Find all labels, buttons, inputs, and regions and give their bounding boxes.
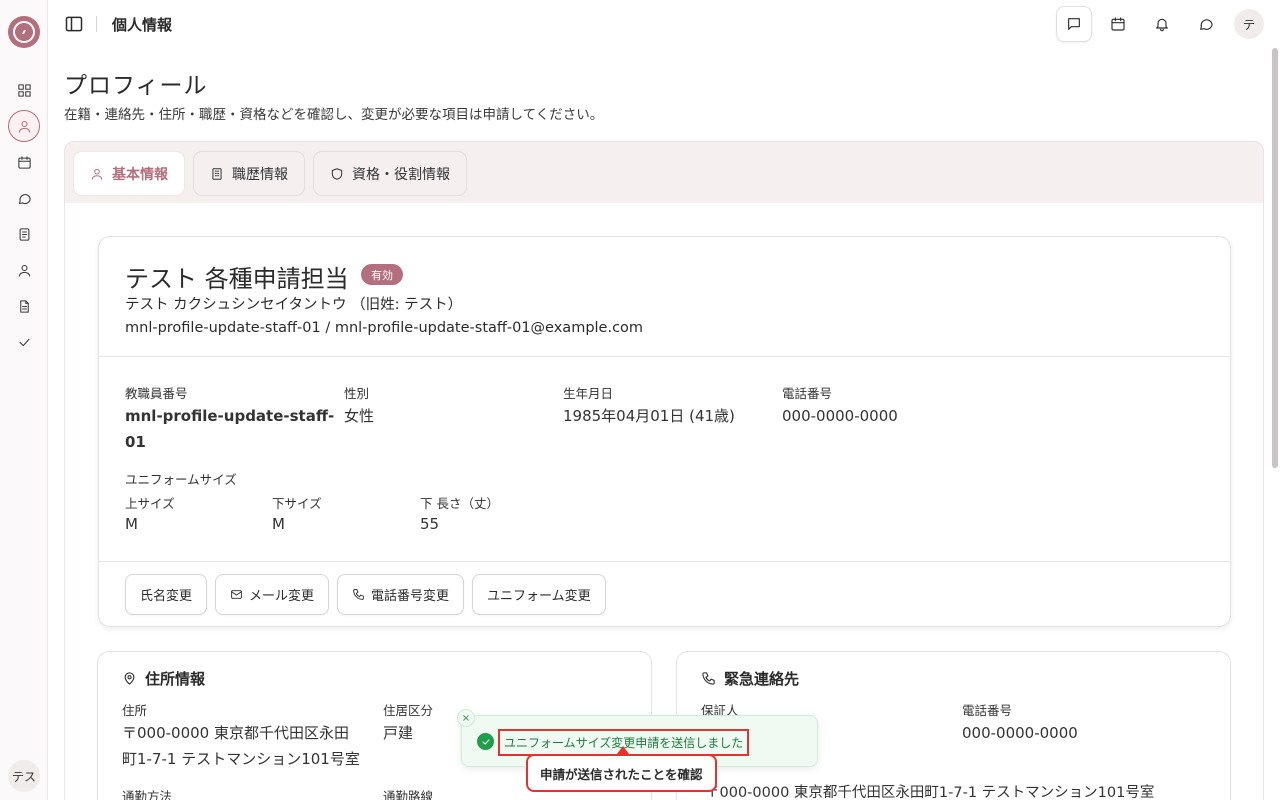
divider xyxy=(99,356,1230,357)
tab-career-info[interactable]: 職歴情報 xyxy=(193,151,305,196)
topbar-actions: テ xyxy=(1056,6,1264,42)
birth-value: 1985年04月01日 (41歳) xyxy=(563,407,735,425)
check-circle-icon xyxy=(477,733,494,750)
staff-no-line1: mnl-profile-update-staff- xyxy=(125,407,335,425)
bell-icon[interactable] xyxy=(1144,6,1180,42)
button-label: 氏名変更 xyxy=(140,589,193,604)
button-label: メール変更 xyxy=(249,589,315,604)
address-value: 〒000-0000 東京都千代田区永田 町1-7-1 テストマンション101号室 xyxy=(122,720,360,772)
divider xyxy=(99,561,1230,562)
mail-icon xyxy=(231,590,242,599)
phone-label: 電話番号 xyxy=(782,386,833,401)
building-icon xyxy=(212,167,222,180)
tab-label: 職歴情報 xyxy=(232,166,288,183)
user-icon[interactable] xyxy=(8,254,40,286)
chat-icon[interactable] xyxy=(8,182,40,214)
scrollbar[interactable] xyxy=(1272,48,1278,468)
bottom-size-label: 下サイズ xyxy=(272,496,322,511)
shield-icon xyxy=(331,167,343,180)
user-icon xyxy=(91,168,103,180)
annotation-callout: 申請が送信されたことを確認 xyxy=(526,754,717,792)
map-pin-icon xyxy=(124,672,135,685)
dashboard-icon[interactable] xyxy=(8,74,40,106)
profile-ids: mnl-profile-update-staff-01 / mnl-profil… xyxy=(125,320,644,336)
tab-qualification-info[interactable]: 資格・役割情報 xyxy=(313,151,467,196)
profile-actions: 氏名変更 メール変更 電話番号変更 ユニフォーム変更 xyxy=(125,574,606,615)
profile-icon[interactable] xyxy=(8,110,40,142)
address-title-text: 住所情報 xyxy=(145,670,206,688)
address-label: 住所 xyxy=(122,703,148,718)
emergency-phone-label: 電話番号 xyxy=(962,703,1013,718)
address-title: 住所情報 xyxy=(122,668,205,689)
callout-pointer xyxy=(617,746,629,754)
profile-card: テスト 各種申請担当 有効 テスト カクシュシンセイタントウ （旧姓: テスト）… xyxy=(98,236,1231,627)
tab-bar: 基本情報 職歴情報 資格・役割情報 xyxy=(64,141,1264,204)
page-subtitle: 在籍・連絡先・住所・職歴・資格などを確認し、変更が必要な項目は申請してください。 xyxy=(64,107,604,123)
tab-basic-info[interactable]: 基本情報 xyxy=(73,151,185,196)
birth-label: 生年月日 xyxy=(563,386,614,401)
residence-type-label: 住居区分 xyxy=(383,703,434,718)
top-bar: 個人情報 テ xyxy=(48,0,1280,48)
top-size-value: M xyxy=(125,515,138,533)
user-avatar[interactable]: テ xyxy=(1234,9,1264,39)
route-label: 通勤路線 xyxy=(383,789,434,800)
calendar-icon[interactable] xyxy=(8,146,40,178)
document-icon[interactable] xyxy=(8,290,40,322)
address-line1: 〒000-0000 東京都千代田区永田 xyxy=(122,724,349,742)
length-label: 下 長さ（丈） xyxy=(420,496,499,511)
emergency-title-text: 緊急連絡先 xyxy=(724,670,800,688)
topbar-divider xyxy=(96,16,97,32)
message-square-icon[interactable] xyxy=(1056,6,1092,42)
residence-type-value: 戸建 xyxy=(383,724,414,742)
staff-no-line2: 01 xyxy=(125,433,146,451)
gender-label: 性別 xyxy=(344,386,370,401)
calendar-icon[interactable] xyxy=(1100,6,1136,42)
address-line2: 町1-7-1 テストマンション101号室 xyxy=(122,750,360,768)
length-value: 55 xyxy=(420,515,440,533)
close-icon[interactable]: × xyxy=(457,709,475,727)
phone-icon xyxy=(353,589,364,600)
button-label: ユニフォーム変更 xyxy=(487,589,591,604)
emergency-phone-value: 000-0000-0000 xyxy=(962,724,1078,742)
profile-name: テスト 各種申請担当 xyxy=(125,265,349,293)
left-rail: テス xyxy=(0,0,48,800)
commute-label: 通勤方法 xyxy=(122,789,173,800)
email-change-button[interactable]: メール変更 xyxy=(215,574,330,615)
phone-change-button[interactable]: 電話番号変更 xyxy=(337,574,465,615)
profile-kana: テスト カクシュシンセイタントウ （旧姓: テスト） xyxy=(125,297,463,313)
topbar-title: 個人情報 xyxy=(112,16,173,34)
bottom-size-value: M xyxy=(272,515,285,533)
app-logo[interactable] xyxy=(8,16,40,48)
uniform-change-button[interactable]: ユニフォーム変更 xyxy=(472,574,606,615)
top-size-label: 上サイズ xyxy=(125,496,175,511)
rail-user-avatar[interactable]: テス xyxy=(8,760,40,792)
page-title: プロフィール xyxy=(64,73,208,99)
status-badge: 有効 xyxy=(361,264,403,285)
staff-no-label: 教職員番号 xyxy=(125,386,188,401)
check-icon[interactable] xyxy=(8,326,40,358)
phone-icon xyxy=(702,672,715,685)
staff-no-value: mnl-profile-update-staff- 01 xyxy=(125,403,334,455)
phone-value: 000-0000-0000 xyxy=(782,407,898,425)
name-change-button[interactable]: 氏名変更 xyxy=(125,574,208,615)
emergency-title: 緊急連絡先 xyxy=(701,668,799,689)
chat-bubble-icon[interactable] xyxy=(1188,6,1224,42)
sidebar-toggle-icon[interactable] xyxy=(62,12,86,36)
emergency-address: 〒000-0000 東京都千代田区永田町1-7-1 テストマンション101号室 xyxy=(705,785,1155,800)
gender-value: 女性 xyxy=(344,407,375,425)
tab-label: 資格・役割情報 xyxy=(352,166,450,183)
button-label: 電話番号変更 xyxy=(371,589,450,604)
notebook-icon[interactable] xyxy=(8,218,40,250)
tab-label: 基本情報 xyxy=(112,166,168,183)
uniform-label: ユニフォームサイズ xyxy=(125,472,237,487)
